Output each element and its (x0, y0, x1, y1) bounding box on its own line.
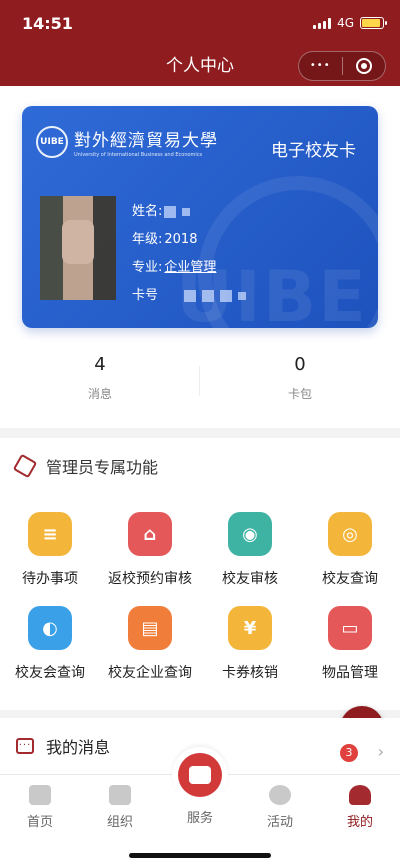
profile-icon (349, 785, 371, 805)
tab-services[interactable]: 服务 (160, 807, 240, 826)
name-label: 姓名: (132, 204, 163, 219)
chevron-right-icon: › (377, 742, 384, 761)
card-number-redacted (238, 292, 247, 300)
miniprogram-capsule: ••• (298, 51, 386, 81)
card-number-redacted (202, 290, 215, 302)
signal-icon (313, 17, 332, 29)
avatar (40, 196, 116, 300)
network-label: 4G (337, 16, 354, 30)
name-redacted (164, 206, 177, 218)
admin-item-icon: ¥ (228, 606, 272, 650)
admin-item-label: 校友会查询 (15, 665, 85, 681)
tab-home-label: 首页 (26, 815, 53, 830)
major-label: 专业: (132, 260, 163, 275)
admin-item-label: 待办事项 (22, 571, 78, 587)
cube-icon (12, 453, 38, 479)
admin-item[interactable]: ▭ 物品管理 (300, 606, 400, 682)
profile-section: UIBE UIBE 對外經濟貿易大學 University of Interna… (0, 86, 400, 428)
tab-mine[interactable]: 我的 (320, 785, 400, 830)
admin-item[interactable]: ◎ 校友查询 (300, 512, 400, 588)
stat-wallet[interactable]: 0 卡包 (200, 354, 400, 410)
status-indicators: 4G (313, 16, 387, 30)
activity-icon (269, 785, 291, 805)
status-bar: 14:51 4G (0, 0, 400, 46)
card-number-label: 卡号 (132, 288, 159, 303)
stat-wallet-count: 0 (294, 354, 306, 375)
university-logo: UIBE 對外經濟貿易大學 University of Internationa… (36, 126, 218, 158)
admin-item-icon: ▤ (128, 606, 172, 650)
stat-messages[interactable]: 4 消息 (0, 354, 200, 410)
logo-text: 對外經濟貿易大學 (74, 131, 218, 151)
stat-messages-count: 4 (94, 354, 106, 375)
card-info: 姓名: 年级: 2018 专业: 企业管理 卡号 (132, 198, 250, 310)
services-icon (178, 753, 222, 797)
admin-item[interactable]: ¥ 卡券核销 (200, 606, 300, 682)
tab-mine-label: 我的 (346, 815, 373, 830)
card-title: 电子校友卡 (271, 141, 356, 161)
logo-subtitle: University of International Business and… (74, 152, 203, 158)
stat-messages-label: 消息 (87, 387, 112, 401)
admin-item-icon: ◉ (228, 512, 272, 556)
admin-item[interactable]: ▤ 校友企业查询 (100, 606, 200, 682)
admin-item-icon: ▭ (328, 606, 372, 650)
tab-organization-label: 组织 (106, 815, 133, 830)
grade-value: 2018 (164, 232, 198, 247)
admin-functions-section: 管理员专属功能 ≡ 待办事项 ⌂ 返校预约审核 ◉ 校友审核 ◎ 校友查询 ◐ 校友会查询 ▤ 校友企… (0, 438, 400, 710)
admin-item[interactable]: ⌂ 返校预约审核 (100, 512, 200, 588)
more-icon: ••• (309, 60, 331, 71)
tab-bar: 首页 组织 服务 活动 我的 (0, 747, 400, 866)
admin-item-label: 卡券核销 (222, 665, 278, 681)
chat-icon: ··· (16, 738, 34, 754)
card-number-row: 卡号 (132, 282, 250, 310)
admin-grid: ≡ 待办事项 ⌂ 返校预约审核 ◉ 校友审核 ◎ 校友查询 ◐ 校友会查询 ▤ 校友企业查询 ¥ 卡券核销… (0, 494, 400, 682)
alumni-card[interactable]: UIBE UIBE 對外經濟貿易大學 University of Interna… (22, 106, 378, 328)
more-menu-button[interactable]: ••• (299, 52, 342, 80)
admin-item-label: 物品管理 (322, 665, 378, 681)
admin-item[interactable]: ◐ 校友会查询 (0, 606, 100, 682)
admin-item-icon: ◐ (28, 606, 72, 650)
tab-activities[interactable]: 活动 (240, 785, 320, 830)
card-number-redacted (184, 290, 197, 302)
close-miniprogram-button[interactable] (342, 52, 385, 80)
services-center-button[interactable] (172, 747, 228, 803)
admin-title: 管理员专属功能 (46, 458, 159, 477)
name-redacted (182, 208, 191, 216)
nav-bar: 个人中心 ••• (0, 46, 400, 86)
admin-item-label: 校友审核 (222, 571, 278, 587)
home-indicator (129, 853, 271, 858)
admin-item-icon: ◎ (328, 512, 372, 556)
tab-home[interactable]: 首页 (0, 785, 80, 830)
my-messages-title: 我的消息 (46, 738, 111, 757)
status-time: 14:51 (22, 14, 73, 33)
card-number-redacted (220, 290, 233, 302)
major-row: 专业: 企业管理 (132, 254, 250, 282)
admin-item[interactable]: ≡ 待办事项 (0, 512, 100, 588)
home-icon (29, 785, 51, 805)
tab-organization[interactable]: 组织 (80, 785, 160, 830)
stat-wallet-label: 卡包 (287, 387, 312, 401)
major-value: 企业管理 (164, 260, 217, 275)
grade-label: 年级: (132, 232, 163, 247)
stats-row: 4 消息 0 卡包 (0, 354, 400, 410)
tab-services-label: 服务 (186, 811, 213, 826)
logo-emblem: UIBE (36, 126, 68, 158)
target-icon (355, 58, 372, 74)
tab-activities-label: 活动 (266, 815, 293, 830)
admin-item[interactable]: ◉ 校友审核 (200, 512, 300, 588)
building-icon (109, 785, 131, 805)
admin-item-icon: ≡ (28, 512, 72, 556)
admin-item-label: 校友企业查询 (108, 665, 192, 681)
unread-badge: 3 (340, 744, 358, 762)
grade-row: 年级: 2018 (132, 226, 250, 254)
name-row: 姓名: (132, 198, 250, 226)
battery-icon (360, 17, 387, 29)
admin-item-icon: ⌂ (128, 512, 172, 556)
admin-item-label: 校友查询 (322, 571, 378, 587)
admin-header: 管理员专属功能 (0, 438, 400, 494)
admin-item-label: 返校预约审核 (108, 571, 192, 587)
